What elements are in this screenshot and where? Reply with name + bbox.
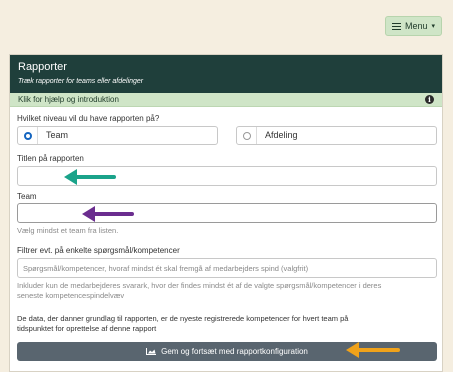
reports-panel: Rapporter Træk rapporter for teams eller…: [9, 54, 443, 372]
help-toggle-label: Klik for hjælp og introduktion: [18, 95, 119, 104]
info-icon: i: [425, 95, 434, 104]
panel-header: Rapporter Træk rapporter for teams eller…: [10, 55, 442, 93]
radio-team-label: Team: [46, 130, 69, 140]
filter-help-line-1: Inkluder kun de medarbejderes svarark, h…: [17, 281, 382, 290]
radio-option-team[interactable]: Team: [17, 126, 218, 145]
help-toggle[interactable]: Klik for hjælp og introduktion i: [10, 93, 442, 107]
arrow-left-icon: [82, 206, 134, 222]
arrow-left-icon: [346, 342, 400, 358]
team-help-text: Vælg mindst et team fra listen.: [17, 226, 119, 235]
filter-placeholder: Spørgsmål/kompetencer, hvoraf mindst ét …: [23, 264, 309, 273]
data-info-line-1: De data, der danner grundlag til rapport…: [17, 314, 349, 323]
page-title: Rapporter: [18, 61, 67, 73]
level-question: Hvilket niveau vil du have rapporten på?: [17, 114, 160, 123]
data-info-text: De data, der danner grundlag til rapport…: [17, 314, 437, 334]
filter-field-label: Filtrer evt. på enkelte spørgsmål/kompet…: [17, 246, 180, 255]
menu-button[interactable]: Menu ▾: [385, 16, 442, 36]
radio-department-label: Afdeling: [265, 130, 298, 140]
radio-indicator: [242, 131, 251, 140]
title-field-label: Titlen på rapporten: [17, 154, 84, 163]
arrow-left-icon: [64, 169, 116, 185]
team-field-label: Team: [17, 192, 37, 201]
radio-team[interactable]: [18, 127, 38, 144]
radio-option-department[interactable]: Afdeling: [236, 126, 437, 145]
radio-indicator-selected: [23, 131, 32, 140]
filter-help-text: Inkluder kun de medarbejderes svarark, h…: [17, 281, 442, 301]
save-continue-label: Gem og fortsæt med rapportkonfiguration: [161, 347, 308, 356]
data-info-line-2: tidspunktet for oprettelse af denne rapp…: [17, 324, 157, 333]
page-subtitle: Træk rapporter for teams eller afdelinge…: [18, 78, 144, 85]
menu-icon: [391, 22, 401, 30]
menu-label: Menu: [404, 21, 428, 31]
caret-down-icon: ▾: [431, 23, 436, 30]
filter-help-line-2: seneste kompetencespindelvæv: [17, 291, 125, 300]
filter-competence-input[interactable]: Spørgsmål/kompetencer, hvoraf mindst ét …: [17, 258, 437, 278]
radio-department[interactable]: [237, 127, 257, 144]
chart-area-icon: [146, 348, 157, 355]
